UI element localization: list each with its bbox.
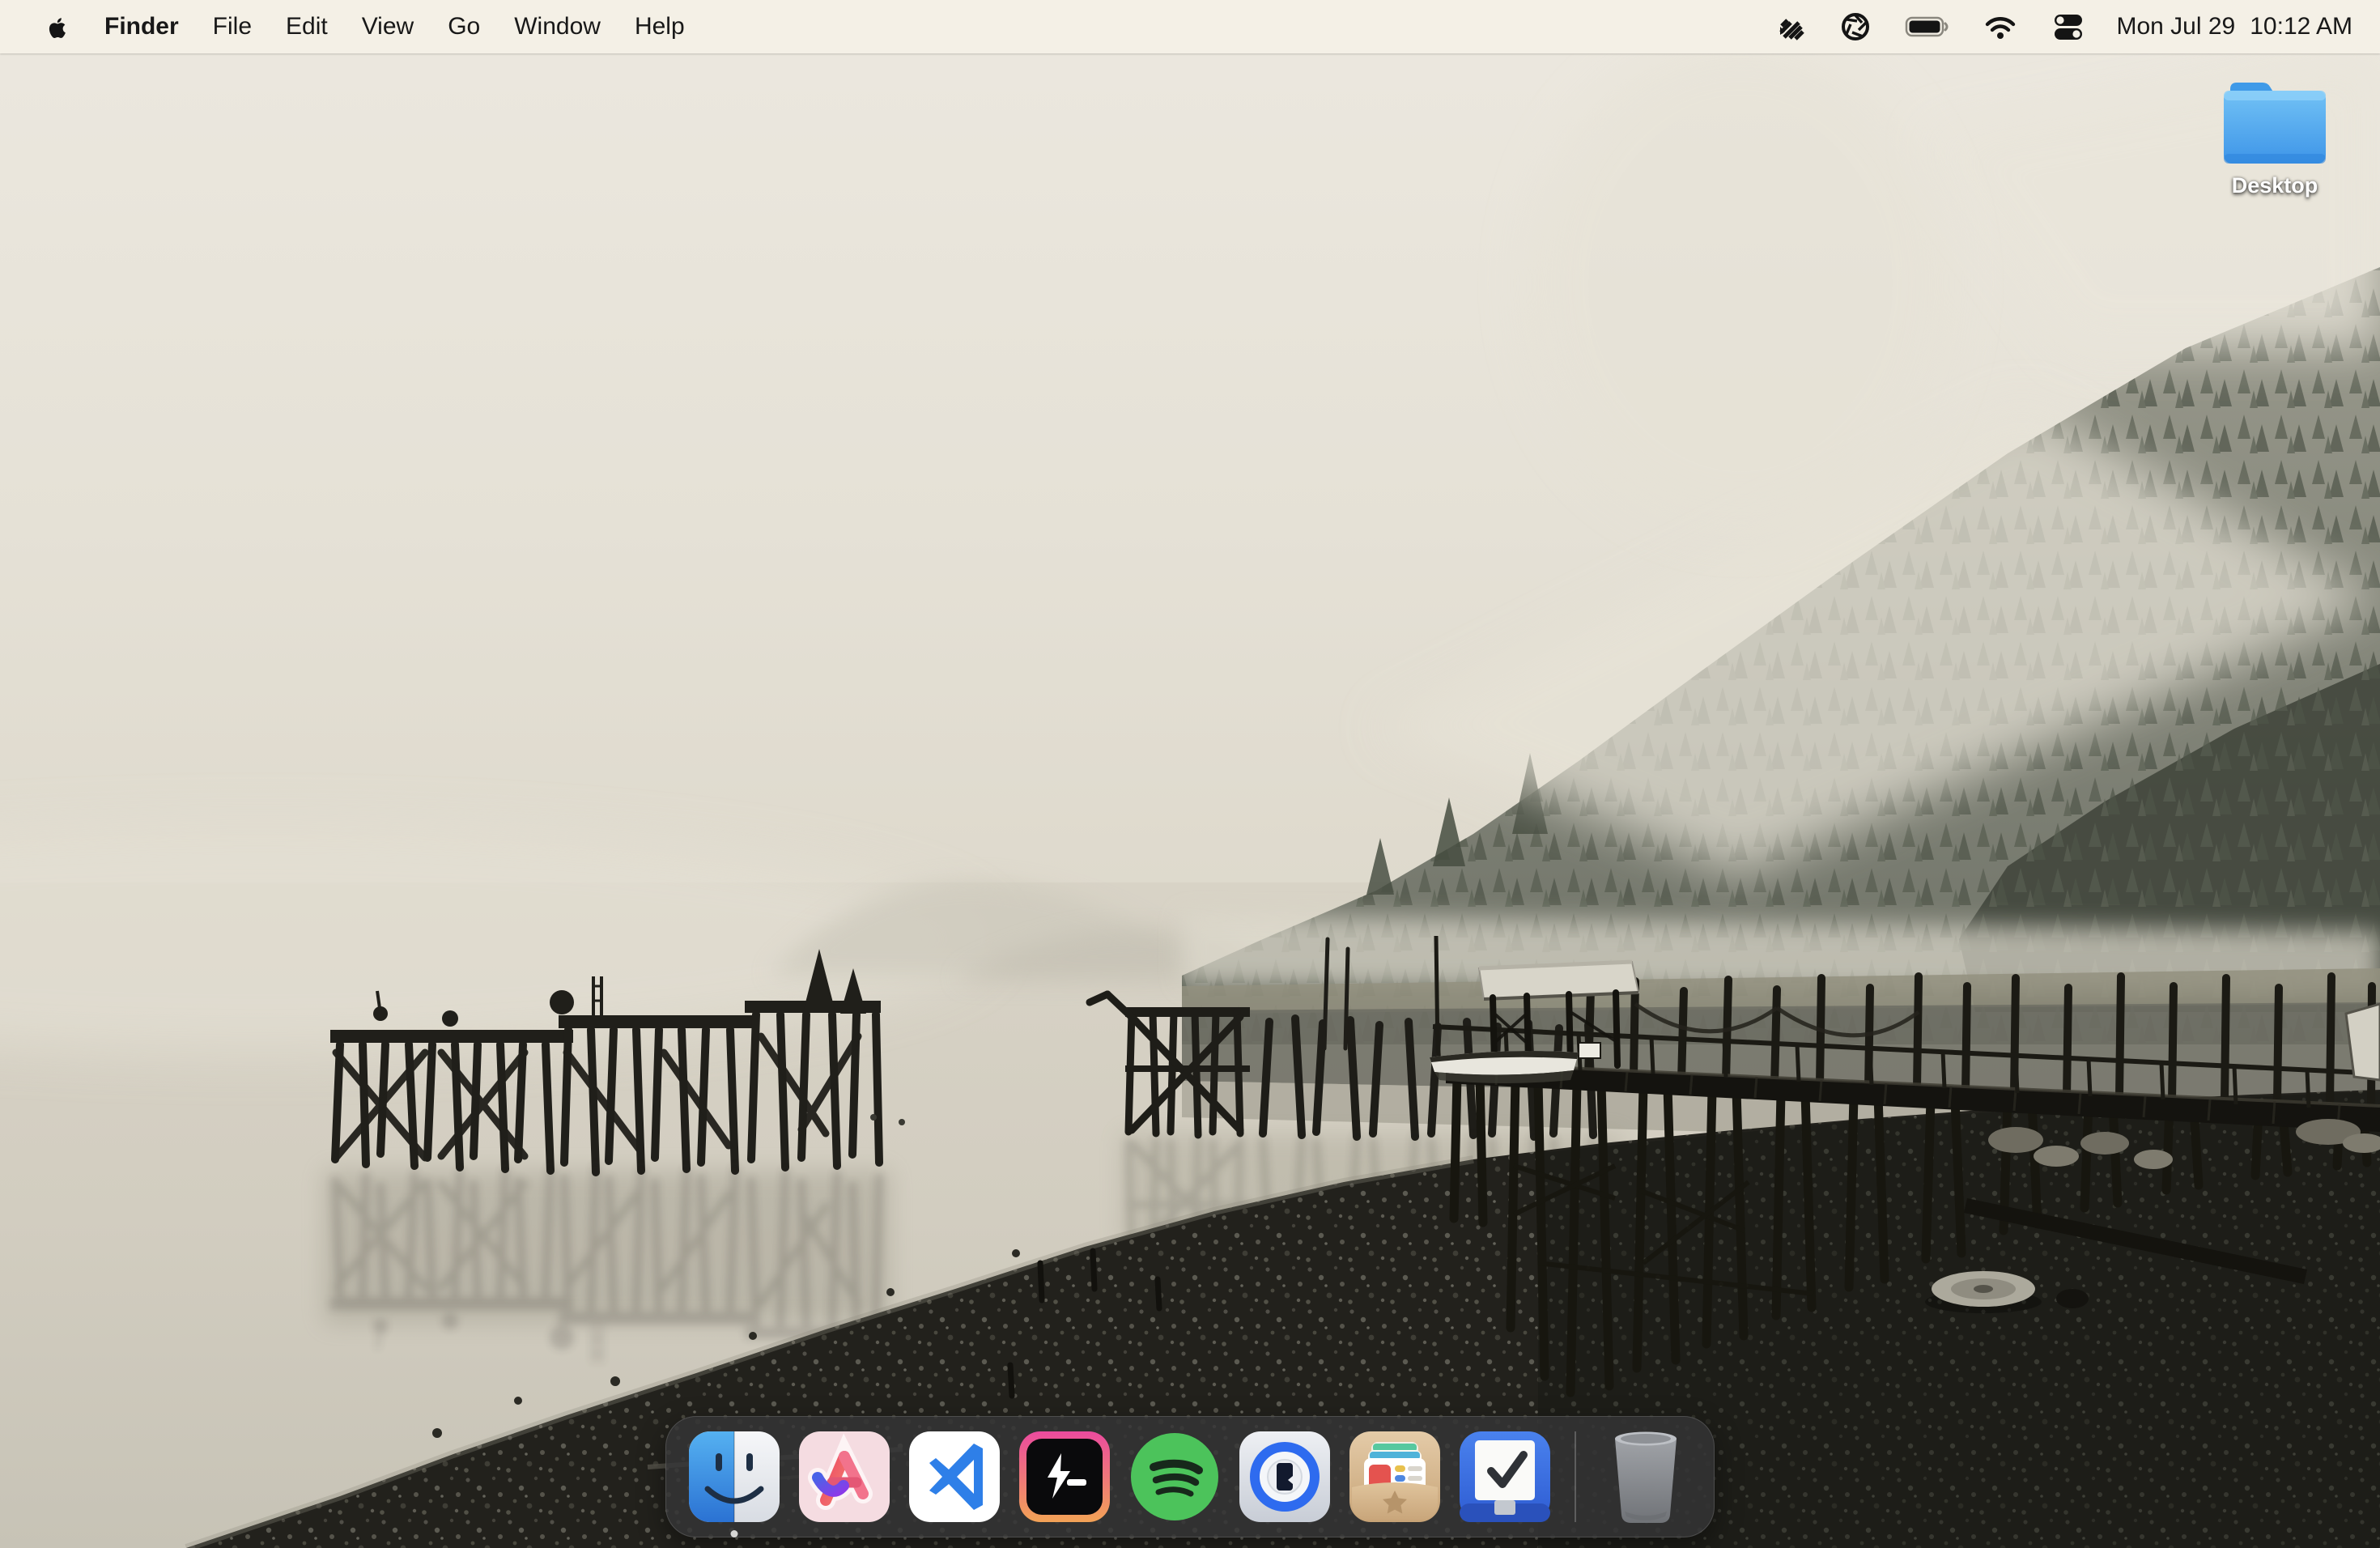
menu-bar: Finder File Edit View Go Window Help bbox=[0, 0, 2380, 53]
finder-icon bbox=[686, 1429, 782, 1525]
apple-menu[interactable] bbox=[24, 0, 87, 53]
control-center-menu-extra[interactable] bbox=[2040, 0, 2097, 53]
wallpaper-scene bbox=[0, 0, 2380, 1548]
dock-app-things[interactable] bbox=[1457, 1429, 1553, 1525]
battery-menu-extra[interactable] bbox=[1894, 0, 1961, 53]
striped-glyph-icon bbox=[1774, 11, 1806, 43]
running-indicator bbox=[731, 1530, 738, 1537]
menu-item-view[interactable]: View bbox=[345, 0, 431, 53]
battery-icon bbox=[1905, 11, 1950, 43]
menu-bar-status: Mon Jul 29 10:12 AM bbox=[1763, 0, 2380, 53]
menu-bar-clock[interactable]: Mon Jul 29 10:12 AM bbox=[2108, 13, 2352, 40]
warp-terminal-icon bbox=[1017, 1429, 1112, 1525]
apple-logo-icon bbox=[44, 12, 68, 41]
dock bbox=[665, 1416, 1715, 1537]
dock-app-spotify[interactable] bbox=[1127, 1429, 1222, 1525]
dock-trash[interactable] bbox=[1598, 1429, 1694, 1525]
dock-app-card-wallet[interactable] bbox=[1347, 1429, 1443, 1525]
clock-time: 10:12 AM bbox=[2250, 13, 2352, 40]
card-wallet-app-icon bbox=[1347, 1429, 1443, 1525]
desktop-wallpaper[interactable] bbox=[0, 0, 2380, 1548]
shutter-menu-extra[interactable] bbox=[1828, 0, 1883, 53]
desktop-folder-label: Desktop bbox=[2232, 173, 2318, 198]
striped-glyph-menu-extra[interactable] bbox=[1763, 0, 1817, 53]
menu-item-help[interactable]: Help bbox=[618, 0, 702, 53]
dock-app-1password[interactable] bbox=[1237, 1429, 1332, 1525]
menu-item-window[interactable]: Window bbox=[497, 0, 618, 53]
spotify-icon bbox=[1127, 1429, 1222, 1525]
desktop-folder-icon[interactable]: Desktop bbox=[2202, 79, 2348, 198]
macos-desktop: Finder File Edit View Go Window Help bbox=[0, 0, 2380, 1548]
menu-item-finder[interactable]: Finder bbox=[87, 0, 196, 53]
dock-app-warp-terminal[interactable] bbox=[1017, 1429, 1112, 1525]
vscode-icon bbox=[907, 1429, 1002, 1525]
arc-browser-icon bbox=[797, 1429, 892, 1525]
menu-bar-left: Finder File Edit View Go Window Help bbox=[0, 0, 702, 53]
1password-icon bbox=[1237, 1429, 1332, 1525]
dock-app-finder[interactable] bbox=[686, 1429, 782, 1525]
trash-icon bbox=[1600, 1427, 1691, 1526]
menu-item-go[interactable]: Go bbox=[431, 0, 497, 53]
things-todo-icon bbox=[1457, 1429, 1553, 1525]
dock-app-vscode[interactable] bbox=[907, 1429, 1002, 1525]
control-center-icon bbox=[2051, 9, 2086, 45]
dock-app-arc-browser[interactable] bbox=[797, 1429, 892, 1525]
menu-item-file[interactable]: File bbox=[196, 0, 269, 53]
wifi-icon bbox=[1983, 11, 2018, 43]
clock-date: Mon Jul 29 bbox=[2116, 13, 2235, 40]
menu-item-edit[interactable]: Edit bbox=[269, 0, 345, 53]
dock-separator bbox=[1575, 1431, 1576, 1522]
wifi-menu-extra[interactable] bbox=[1972, 0, 2029, 53]
shutter-icon bbox=[1838, 10, 1872, 44]
blue-folder-icon bbox=[2217, 79, 2332, 170]
